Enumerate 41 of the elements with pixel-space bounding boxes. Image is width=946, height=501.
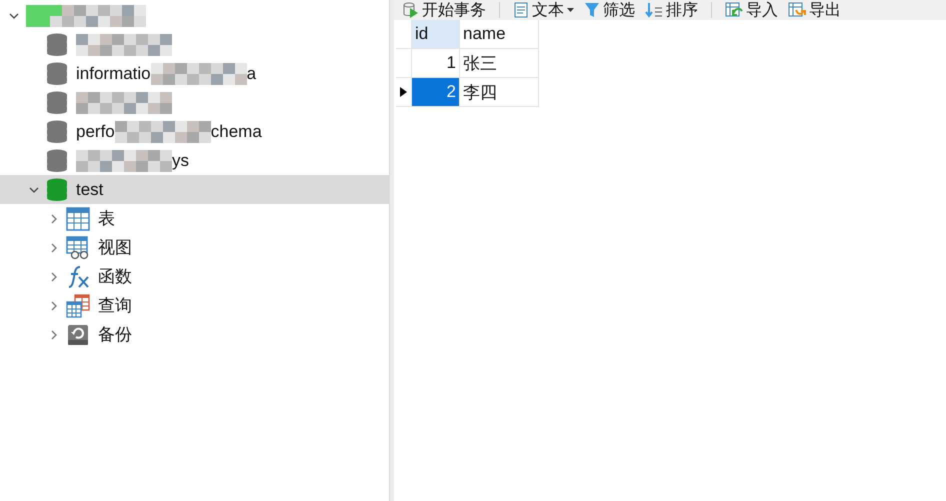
database-icon	[46, 32, 68, 56]
query-tables-icon	[66, 294, 90, 318]
column-header[interactable]: id	[412, 20, 460, 49]
toolbar-button[interactable]: 文本	[510, 0, 577, 20]
tree-item-label: test	[76, 180, 104, 200]
tree-item-label: 表	[98, 208, 115, 230]
tree-item-label: 函数	[98, 266, 132, 288]
toolbar-button[interactable]: 筛选	[581, 0, 638, 20]
database-play-icon	[403, 2, 419, 18]
table-cell[interactable]: 张三	[460, 49, 539, 78]
tree-item-label: chema	[210, 122, 262, 142]
selected-row-highlight[interactable]: test	[0, 175, 389, 204]
toolbar-button[interactable]: 开始事务	[400, 0, 489, 20]
database-icon	[46, 148, 68, 172]
table-import-icon	[725, 2, 743, 18]
row-header-cell[interactable]	[396, 49, 412, 78]
toolbar-button[interactable]: 导出	[785, 0, 844, 20]
backup-icon	[66, 322, 90, 346]
table-icon	[66, 206, 90, 230]
tree-item-label: perfo	[76, 122, 115, 142]
table-cell[interactable]: 李四	[460, 78, 539, 107]
table-export-icon	[788, 2, 806, 18]
tree-item-label: 视图	[98, 237, 132, 259]
toolbar-button[interactable]: 排序	[642, 0, 701, 20]
table-glasses-icon	[66, 236, 90, 260]
tree-item-label: a	[246, 64, 256, 84]
tree-item-label: ys	[172, 150, 189, 170]
column-header[interactable]: name	[460, 20, 539, 49]
database-icon	[46, 120, 68, 144]
filter-icon	[584, 2, 600, 18]
tree-item-label: 备份	[98, 324, 132, 346]
sort-icon	[645, 2, 663, 18]
tree-item-label: informatio	[76, 64, 151, 84]
function-icon	[66, 264, 90, 288]
database-icon	[46, 62, 68, 86]
toolbar-button[interactable]: 导入	[722, 0, 781, 20]
document-icon	[513, 2, 529, 18]
table-cell[interactable]: 2	[412, 78, 460, 107]
database-icon	[46, 90, 68, 114]
current-row-indicator-icon	[400, 87, 407, 97]
tree-item-label: 查询	[98, 295, 132, 317]
